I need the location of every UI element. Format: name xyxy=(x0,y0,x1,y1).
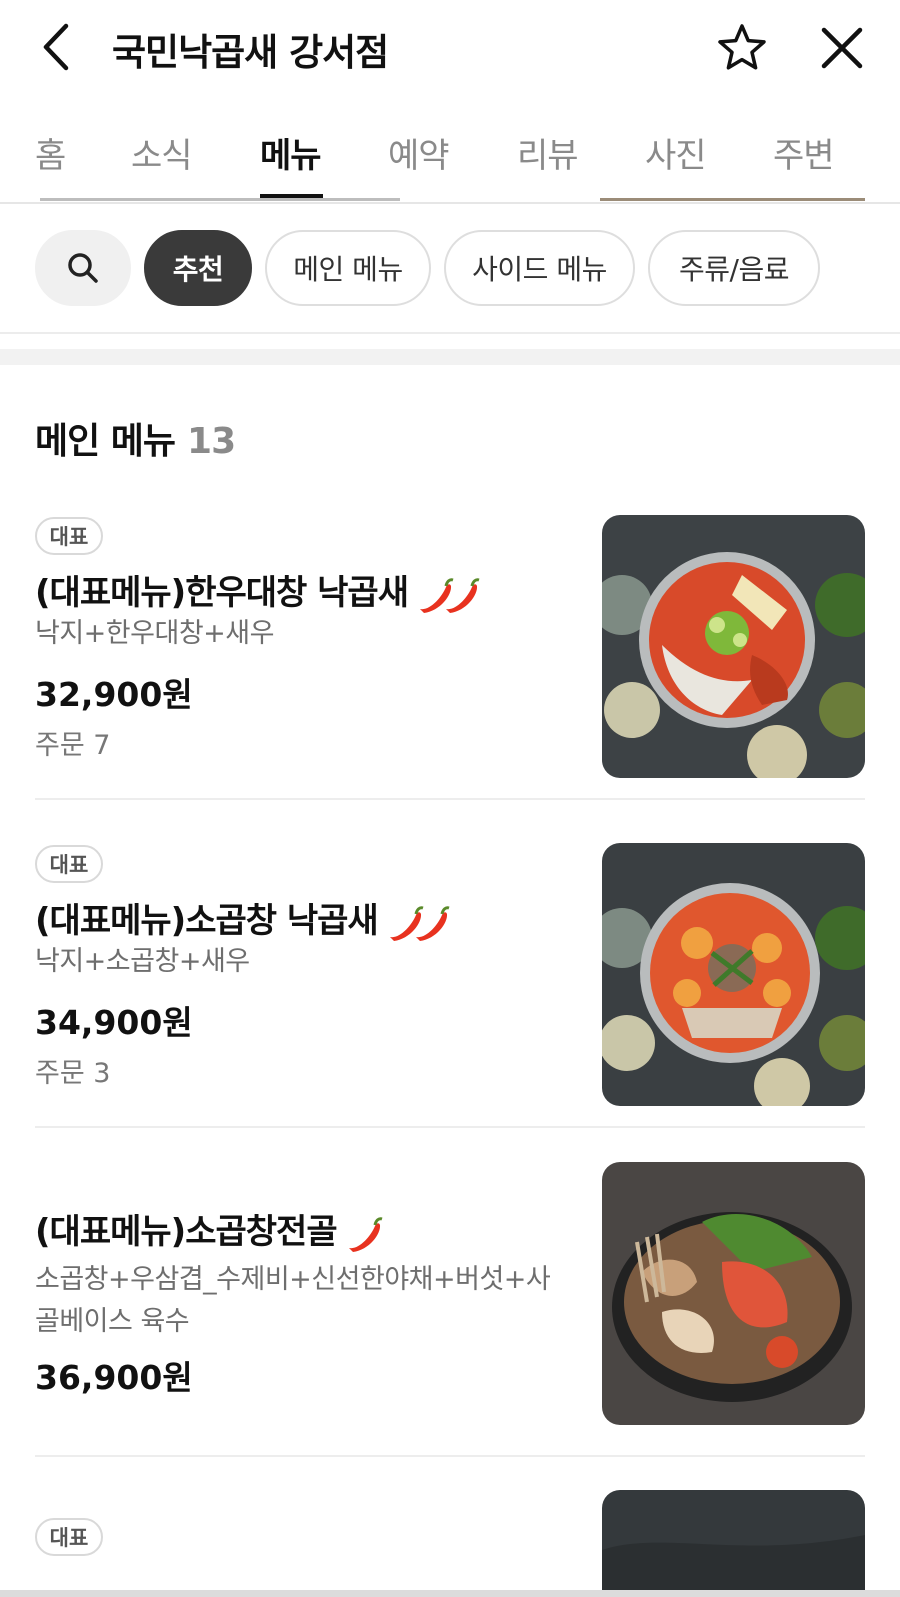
chili-pepper-icon xyxy=(420,577,480,613)
menu-item-name-text: (대표메뉴)소곱창 낙곱새 xyxy=(35,901,379,941)
tab-bar: 홈 소식 메뉴 예약 리뷰 사진 주변 xyxy=(0,110,900,204)
menu-item-price: 36,900원 xyxy=(35,1358,193,1397)
tab-reservation[interactable]: 예약 xyxy=(388,128,450,177)
menu-item-description: 낙지+소곱창+새우 xyxy=(35,946,250,977)
menu-item-order-count: 주문 7 xyxy=(35,730,111,761)
menu-item-name: (대표메뉴)소곱창 낙곱새 xyxy=(35,893,454,943)
menu-item[interactable]: (대표메뉴)소곱창전골 소곱창+우삼겹_수제비+신선한야채+버섯+사골베이스 육… xyxy=(35,1162,865,1432)
menu-item[interactable]: 대표 xyxy=(35,1490,865,1597)
section-count: 13 xyxy=(187,421,236,462)
signature-badge: 대표 xyxy=(35,845,103,883)
menu-item-photo xyxy=(602,515,865,778)
filter-chip-main-menu[interactable]: 메인 메뉴 xyxy=(265,230,431,306)
search-icon xyxy=(68,253,98,283)
menu-item-name: (대표메뉴)한우대창 낙곱새 xyxy=(35,565,484,615)
menu-item-description: 소곱창+우삼겹_수제비+신선한야채+버섯+사골베이스 육수 xyxy=(35,1264,551,1337)
filter-chip-recommended[interactable]: 추천 xyxy=(144,230,252,306)
close-icon xyxy=(821,27,863,69)
tab-menu[interactable]: 메뉴 xyxy=(260,128,322,177)
menu-item[interactable]: 대표 (대표메뉴)한우대창 낙곱새 낙지+한우대창+새우 32,900원 주문 … xyxy=(35,505,865,778)
menu-item-photo xyxy=(602,843,865,1106)
menu-item-name: (대표메뉴)소곱창전골 xyxy=(35,1204,387,1254)
chili-pepper-icon xyxy=(348,1216,383,1252)
page-title: 국민낙곱새 강서점 xyxy=(112,31,389,74)
menu-item[interactable]: 대표 (대표메뉴)소곱창 낙곱새 낙지+소곱창+새우 34,900원 주문 3 xyxy=(35,833,865,1106)
tab-reviews[interactable]: 리뷰 xyxy=(517,128,579,177)
filter-chip-side-menu[interactable]: 사이드 메뉴 xyxy=(444,230,635,306)
chevron-left-icon xyxy=(43,23,69,71)
back-button[interactable] xyxy=(34,20,82,76)
menu-filter-bar: 추천 메인 메뉴 사이드 메뉴 주류/음료 xyxy=(0,202,900,334)
item-divider xyxy=(35,1455,865,1457)
tab-photos[interactable]: 사진 xyxy=(645,128,707,177)
menu-search-button[interactable] xyxy=(35,230,131,306)
section-separator xyxy=(0,349,900,365)
menu-item-name-text: (대표메뉴)한우대창 낙곱새 xyxy=(35,573,409,613)
signature-badge: 대표 xyxy=(35,1518,103,1556)
star-icon xyxy=(718,24,766,70)
item-divider xyxy=(35,1126,865,1128)
close-button[interactable] xyxy=(816,22,868,74)
tab-home[interactable]: 홈 xyxy=(35,128,66,177)
favorite-button[interactable] xyxy=(716,22,768,74)
menu-item-order-count: 주문 3 xyxy=(35,1058,111,1089)
section-title: 메인 메뉴 xyxy=(35,421,176,462)
menu-item-price: 34,900원 xyxy=(35,1003,193,1042)
item-divider xyxy=(35,798,865,800)
menu-item-name-text: (대표메뉴)소곱창전골 xyxy=(35,1212,338,1252)
menu-item-photo xyxy=(602,1490,865,1597)
signature-badge: 대표 xyxy=(35,517,103,555)
section-heading: 메인 메뉴 13 xyxy=(35,412,236,464)
menu-item-description: 낙지+한우대창+새우 xyxy=(35,618,274,649)
filter-chip-drinks[interactable]: 주류/음료 xyxy=(648,230,820,306)
menu-item-photo xyxy=(602,1162,865,1425)
menu-item-price: 32,900원 xyxy=(35,675,193,714)
top-app-bar: 국민낙곱새 강서점 xyxy=(0,0,900,100)
bottom-edge xyxy=(0,1590,900,1597)
chili-pepper-icon xyxy=(389,905,450,941)
tab-nearby[interactable]: 주변 xyxy=(773,128,835,177)
tab-news[interactable]: 소식 xyxy=(131,128,193,177)
